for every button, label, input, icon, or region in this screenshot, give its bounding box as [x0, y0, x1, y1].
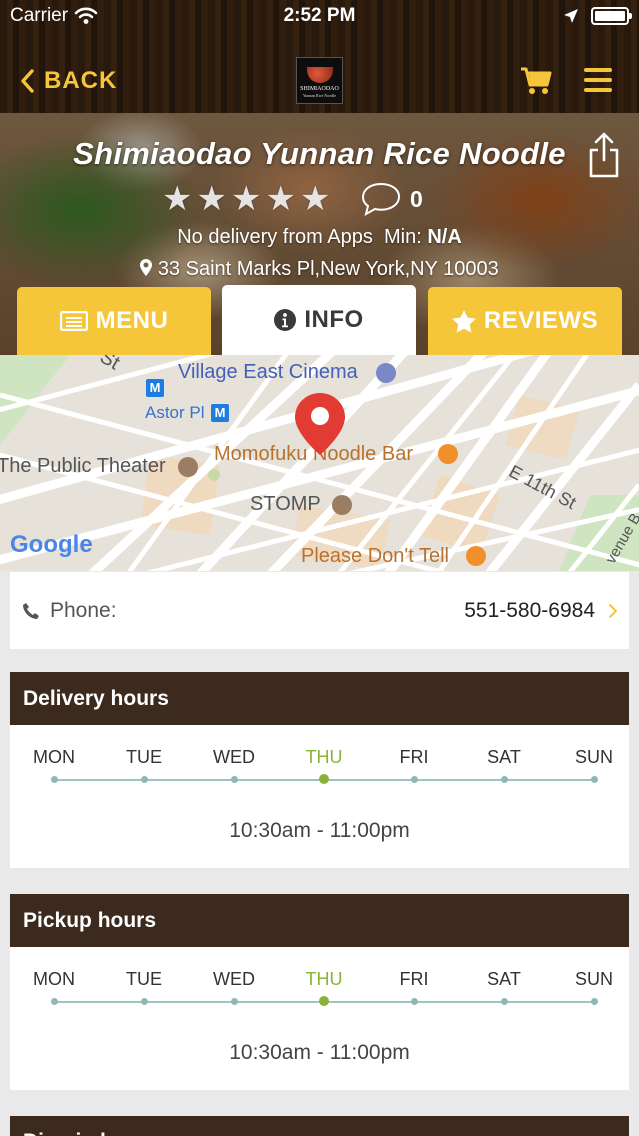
min-value: N/A — [427, 226, 462, 248]
day-dot — [501, 776, 508, 783]
map-label-astor: Astor Pl — [145, 403, 205, 422]
delivery-hours-range: 10:30am - 11:00pm — [229, 819, 410, 842]
back-button[interactable]: BACK — [20, 62, 117, 100]
day-thu[interactable]: THU — [294, 747, 354, 768]
restaurant-name: Shimiaodao Yunnan Rice Noodle — [73, 136, 566, 171]
day-dot-selected — [319, 996, 329, 1006]
logo-text: SHIMIAODAO — [300, 86, 339, 92]
tab-info-label: INFO — [304, 306, 364, 333]
day-sat[interactable]: SAT — [474, 747, 534, 768]
day-dot — [51, 776, 58, 783]
battery-icon — [591, 7, 632, 25]
dine-in-hours-title: Dine-in hours — [10, 1116, 629, 1136]
rating-stars: ★ ★ ★ ★ ★ — [162, 181, 330, 217]
review-count-value: 0 — [410, 185, 423, 212]
day-dot-selected — [319, 774, 329, 784]
tab-reviews-label: REVIEWS — [483, 307, 599, 334]
day-dot — [141, 776, 148, 783]
location-pin-icon[interactable] — [293, 391, 347, 457]
speech-bubble-icon — [361, 182, 401, 216]
restaurant-icon — [438, 444, 458, 464]
status-right — [563, 4, 632, 28]
delivery-hours-title: Delivery hours — [10, 672, 629, 725]
tab-menu-label: MENU — [95, 307, 169, 334]
pickup-day-selector: MON TUE WED THU FRI SAT SUN — [10, 947, 629, 1015]
pickup-hours-range: 10:30am - 11:00pm — [229, 1041, 410, 1064]
star-icon: ★ — [162, 180, 193, 218]
theater-icon — [332, 495, 352, 515]
review-count[interactable]: 0 — [360, 182, 423, 216]
delivery-info: No delivery from Apps Min: N/A — [0, 226, 639, 249]
day-mon[interactable]: MON — [24, 747, 84, 768]
menu-list-icon — [59, 311, 88, 331]
pickup-hours-card: Pickup hours MON TUE WED THU FRI SAT SUN… — [10, 894, 629, 1090]
star-icon: ★ — [299, 180, 331, 218]
theater-icon — [178, 457, 198, 477]
delivery-hours-card: Delivery hours MON TUE WED THU FRI SAT S… — [10, 672, 629, 868]
day-dot — [591, 998, 598, 1005]
hamburger-menu-icon[interactable] — [584, 68, 612, 98]
delivery-day-selector: MON TUE WED THU FRI SAT SUN — [10, 725, 629, 793]
star-icon: ★ — [265, 180, 296, 218]
google-logo: Google — [10, 531, 93, 558]
phone-row[interactable]: Phone: 551-580-6984 — [10, 572, 629, 649]
bar-icon — [466, 546, 486, 566]
map-pin-icon — [140, 259, 153, 276]
noodle-bowl-icon — [306, 67, 333, 83]
info-circle-icon — [274, 309, 297, 331]
day-tue[interactable]: TUE — [114, 969, 174, 990]
star-icon: ★ — [196, 180, 227, 218]
tab-reviews[interactable]: REVIEWS — [428, 287, 622, 355]
restaurant-address: 33 Saint Marks Pl,New York,NY 10003 — [0, 258, 639, 281]
restaurant-logo: SHIMIAODAO Yunnan Rice Noodle — [296, 57, 343, 104]
logo-subtext: Yunnan Rice Noodle — [302, 93, 337, 98]
star-icon: ★ — [230, 180, 262, 218]
day-dot — [231, 776, 238, 783]
map-label-village-east: Village East Cinema — [178, 361, 358, 383]
day-dot — [141, 998, 148, 1005]
map-label-please-dont-tell: Please Don't Tell — [301, 545, 449, 567]
address-text: 33 Saint Marks Pl,New York,NY 10003 — [157, 258, 499, 280]
subway-icon: M — [211, 404, 229, 422]
day-dot — [411, 776, 418, 783]
day-dot — [231, 998, 238, 1005]
tab-menu[interactable]: MENU — [17, 287, 211, 355]
cart-icon[interactable] — [520, 66, 552, 96]
star-icon — [451, 309, 476, 333]
phone-number[interactable]: 551-580-6984 — [464, 599, 595, 623]
subway-icon: M — [146, 379, 164, 397]
day-wed[interactable]: WED — [204, 747, 264, 768]
map-label-stomp: STOMP — [250, 493, 321, 515]
day-wed[interactable]: WED — [204, 969, 264, 990]
day-thu[interactable]: THU — [294, 969, 354, 990]
day-mon[interactable]: MON — [24, 969, 84, 990]
location-map[interactable]: St M Village East Cinema Astor Pl M The … — [0, 355, 639, 571]
day-fri[interactable]: FRI — [384, 969, 444, 990]
day-sun[interactable]: SUN — [564, 747, 624, 768]
phone-icon — [23, 602, 39, 619]
delivery-text: No delivery from Apps — [177, 226, 373, 248]
day-sat[interactable]: SAT — [474, 969, 534, 990]
day-dot — [51, 998, 58, 1005]
chevron-left-icon — [21, 69, 34, 93]
day-dot — [411, 998, 418, 1005]
status-time: 2:52 PM — [283, 5, 356, 26]
day-dot — [501, 998, 508, 1005]
cinema-icon — [376, 363, 396, 383]
tab-info[interactable]: INFO — [222, 285, 416, 355]
day-tue[interactable]: TUE — [114, 747, 174, 768]
day-sun[interactable]: SUN — [564, 969, 624, 990]
pickup-hours-title: Pickup hours — [10, 894, 629, 947]
day-fri[interactable]: FRI — [384, 747, 444, 768]
location-arrow-icon — [564, 9, 578, 23]
chevron-right-icon — [609, 603, 617, 618]
map-label-public-theater: The Public Theater — [0, 455, 166, 477]
phone-label: Phone: — [50, 598, 117, 622]
min-label: Min: — [383, 226, 422, 248]
day-dot — [591, 776, 598, 783]
back-label: BACK — [44, 67, 118, 94]
